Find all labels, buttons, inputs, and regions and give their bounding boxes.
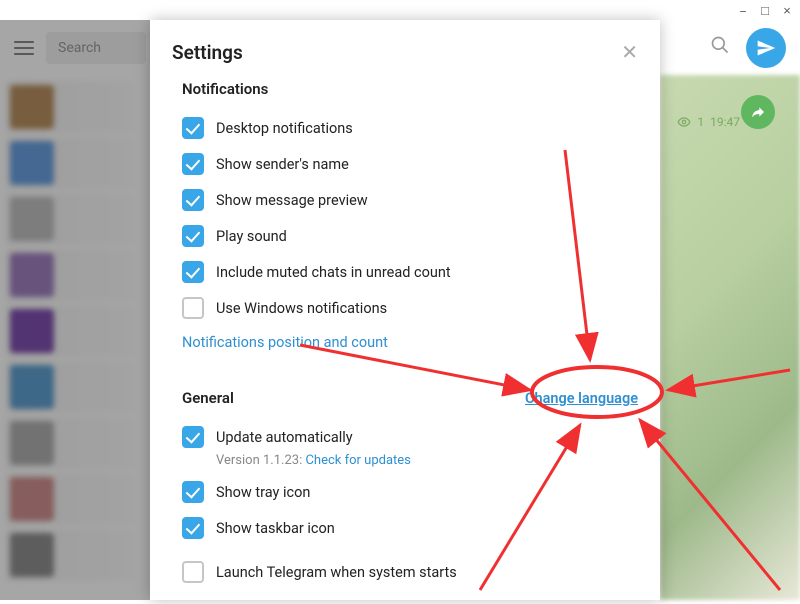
window-minimize-button[interactable]: –: [736, 4, 750, 18]
send-button[interactable]: [746, 28, 786, 68]
label-update-automatically: Update automatically: [216, 429, 353, 446]
checkbox-desktop-notifications[interactable]: [182, 117, 204, 139]
checkbox-play-sound[interactable]: [182, 225, 204, 247]
search-icon[interactable]: [710, 35, 730, 60]
message-meta: 1 19:47: [677, 115, 740, 129]
version-line: Version 1.1.23: Check for updates: [216, 453, 638, 468]
label-use-windows-notifications: Use Windows notifications: [216, 300, 387, 317]
modal-backdrop[interactable]: [0, 20, 150, 600]
label-desktop-notifications: Desktop notifications: [216, 120, 353, 137]
section-title-notifications: Notifications: [182, 80, 638, 98]
label-launch-on-startup: Launch Telegram when system starts: [216, 564, 457, 581]
checkbox-use-windows-notifications[interactable]: [182, 297, 204, 319]
settings-modal: Settings ✕ Notifications Desktop notific…: [150, 20, 660, 600]
version-text: Version 1.1.23:: [216, 453, 305, 468]
modal-title: Settings: [172, 41, 243, 64]
link-notifications-position[interactable]: Notifications position and count: [182, 326, 638, 359]
window-maximize-button[interactable]: □: [758, 4, 772, 18]
checkbox-show-taskbar[interactable]: [182, 517, 204, 539]
checkbox-include-muted[interactable]: [182, 261, 204, 283]
label-show-preview: Show message preview: [216, 192, 368, 209]
checkbox-show-sender[interactable]: [182, 153, 204, 175]
label-show-tray: Show tray icon: [216, 484, 310, 501]
checkbox-launch-on-startup[interactable]: [182, 561, 204, 583]
view-count: 1: [697, 115, 704, 129]
label-play-sound: Play sound: [216, 228, 287, 245]
checkbox-show-tray[interactable]: [182, 481, 204, 503]
label-show-taskbar: Show taskbar icon: [216, 520, 335, 537]
window-close-button[interactable]: ×: [780, 4, 794, 18]
label-show-sender: Show sender's name: [216, 156, 349, 173]
check-updates-link[interactable]: Check for updates: [305, 453, 410, 468]
label-include-muted: Include muted chats in unread count: [216, 264, 451, 281]
message-time: 19:47: [710, 115, 740, 129]
checkbox-update-automatically[interactable]: [182, 426, 204, 448]
section-title-general: General: [182, 389, 234, 407]
checkbox-show-preview[interactable]: [182, 189, 204, 211]
close-icon[interactable]: ✕: [621, 40, 638, 64]
share-button[interactable]: [741, 95, 775, 129]
change-language-link[interactable]: Change language: [525, 390, 638, 407]
chat-background: [660, 75, 800, 600]
